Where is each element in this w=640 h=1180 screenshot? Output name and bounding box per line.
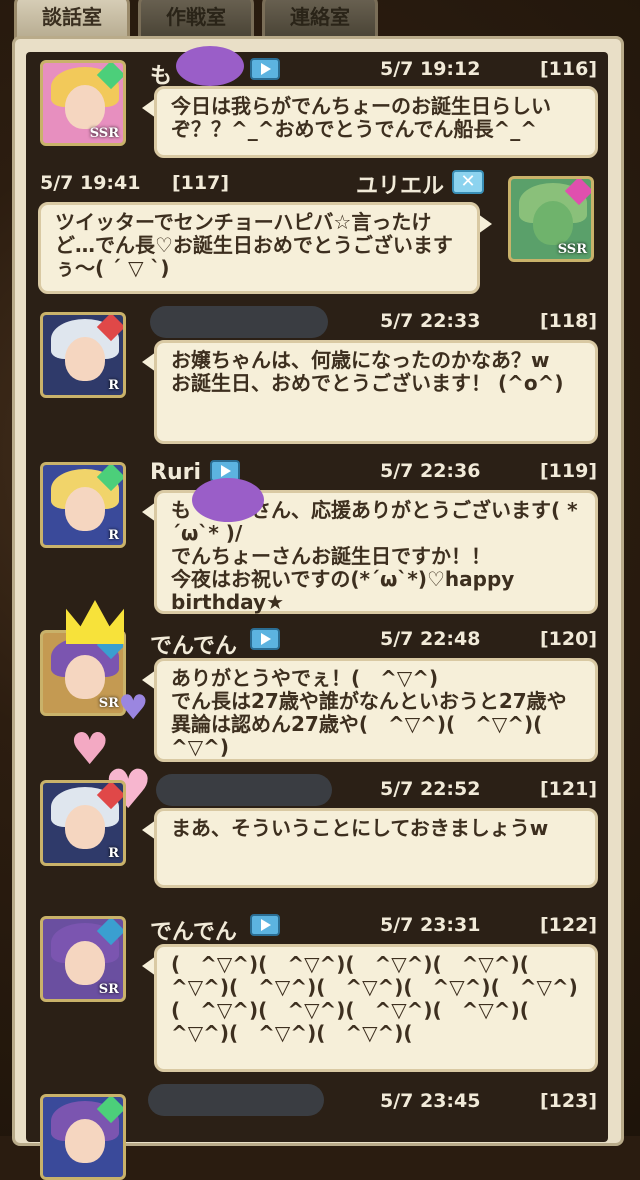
message-bubble: ありがとうやでぇ！( ^▽^) でん長は27歳や誰がなんといおうと27歳や異論は… [154, 658, 598, 762]
message-bubble: ツイッターでセンチョーハピバ☆言ったけど…でん長♡お誕生日おめでとうございますぅ… [38, 202, 480, 294]
rank-badge: R [108, 528, 119, 543]
play-icon[interactable] [250, 58, 280, 80]
message-index: [118] [540, 310, 598, 332]
rank-badge: SSR [557, 242, 587, 257]
message-index: [120] [540, 628, 598, 650]
rank-badge: R [108, 378, 119, 393]
avatar[interactable]: SSR [508, 176, 594, 262]
tab-lounge[interactable]: 談話室 [14, 0, 130, 40]
timestamp: 5/7 23:31 [380, 914, 481, 936]
message-index: [121] [540, 778, 598, 800]
message-index: [119] [540, 460, 598, 482]
timestamp: 5/7 19:12 [380, 58, 481, 80]
avatar[interactable]: SSR [40, 60, 126, 146]
timestamp: 5/7 23:45 [380, 1090, 481, 1112]
avatar[interactable] [40, 1094, 126, 1180]
message-bubble: お嬢ちゃんは、何歳になったのかなあ？w お誕生日、おめでとうございます！ (^o… [154, 340, 598, 444]
censored-name [156, 774, 332, 806]
sender-name: ユリエル [356, 174, 445, 199]
tab-contact[interactable]: 連絡室 [262, 0, 378, 40]
avatar[interactable]: R [40, 462, 126, 548]
censored-name [150, 306, 328, 338]
message-bubble: ( ^▽^)( ^▽^)( ^▽^)( ^▽^)( ^▽^)( ^▽^)( ^▽… [154, 944, 598, 1072]
censored-name [148, 1084, 324, 1116]
rank-badge: R [108, 846, 119, 861]
heart-icon: ♥ [118, 688, 149, 728]
message-index: [123] [540, 1090, 598, 1112]
message-bubble: まあ、そういうことにしておきましょうw [154, 808, 598, 888]
tab-strategy[interactable]: 作戦室 [138, 0, 254, 40]
message-index: [122] [540, 914, 598, 936]
rank-badge: SR [98, 696, 119, 711]
censor-mark [192, 478, 264, 522]
sender-name: でんでん [150, 634, 237, 659]
timestamp: 5/7 19:41 [40, 172, 141, 194]
avatar[interactable]: R [40, 780, 126, 866]
sender-name: でんでん [150, 920, 237, 945]
avatar[interactable]: SR [40, 916, 126, 1002]
sender-name: Ruri [150, 460, 201, 485]
message-bubble: 今日は我らがでんちょーのお誕生日らしいぞ？？^_^おめでとうでんでん船長^_^ [154, 86, 598, 158]
rank-badge: SR [98, 982, 119, 997]
timestamp: 5/7 22:52 [380, 778, 481, 800]
timestamp: 5/7 22:33 [380, 310, 481, 332]
timestamp: 5/7 22:48 [380, 628, 481, 650]
play-icon[interactable] [250, 628, 280, 650]
avatar[interactable]: R [40, 312, 126, 398]
play-icon[interactable] [250, 914, 280, 936]
message-index: [116] [540, 58, 598, 80]
message-index: [117] [172, 172, 230, 194]
timestamp: 5/7 22:36 [380, 460, 481, 482]
censor-mark [176, 46, 244, 86]
x-icon[interactable]: ✕ [452, 170, 484, 194]
rank-badge: SSR [89, 126, 119, 141]
